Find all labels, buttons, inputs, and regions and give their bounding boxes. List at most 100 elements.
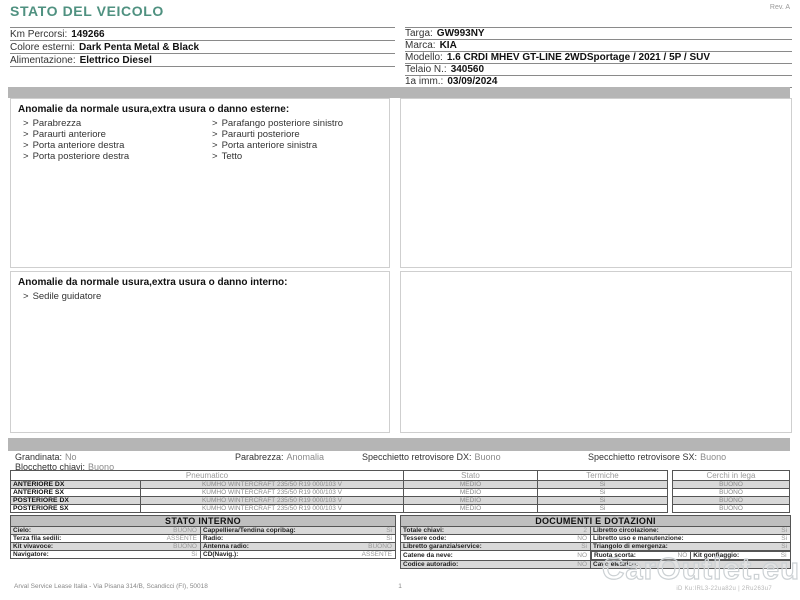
field-value: ASSENTE xyxy=(167,535,197,542)
damage-col-1: > Sedile guidatore xyxy=(11,291,200,302)
documenti-title: DOCUMENTI E DOTAZIONI xyxy=(401,516,791,527)
field-value: Si xyxy=(781,527,787,534)
tire-termiche: Si xyxy=(538,497,668,505)
field-label: Codice autoradio: xyxy=(403,561,458,568)
cerchi-value: BUONO xyxy=(673,481,790,489)
field-value: Si xyxy=(781,535,787,542)
damage-item-label: Porta anteriore sinistra xyxy=(222,140,318,151)
item-bullet: > xyxy=(23,129,29,140)
tire-spec: KUMHO WINTERCRAFT 235/50 R19 000/103 V xyxy=(141,489,404,497)
revision-label: Rev. A xyxy=(770,4,790,11)
interior-photo-area xyxy=(400,271,792,433)
tire-spec: KUMHO WINTERCRAFT 235/50 R19 000/103 V xyxy=(141,497,404,505)
tire-stato: MEDIO xyxy=(404,505,538,513)
status-value: Buono xyxy=(700,452,726,462)
cerchi-value: BUONO xyxy=(673,497,790,505)
field-value: Si xyxy=(781,543,787,550)
tire-spec: KUMHO WINTERCRAFT 235/50 R19 000/103 V xyxy=(141,505,404,513)
field-value: 03/09/2024 xyxy=(447,76,497,87)
field-label: Libretto circolazione: xyxy=(593,527,659,534)
damage-item-label: Paraurti anteriore xyxy=(33,129,106,140)
damage-item: > Porta anteriore sinistra xyxy=(212,140,389,151)
damage-item: >Tetto xyxy=(212,151,389,162)
field-label: Alimentazione: xyxy=(10,55,76,66)
field-value: NO xyxy=(577,561,587,568)
cerchi-row: BUONO xyxy=(673,481,790,489)
field-label: Libretto garanzia/service: xyxy=(403,543,482,550)
caroutlet-watermark: CarOutlet.eu xyxy=(602,551,800,587)
tire-row: POSTERIORE SX KUMHO WINTERCRAFT 235/50 R… xyxy=(11,505,668,513)
stato-interno-table: STATO INTERNO Cielo:BUONO Cappelliera/Te… xyxy=(10,515,396,559)
item-bullet: > xyxy=(23,291,29,302)
col-header-termiche: Termiche xyxy=(538,471,668,481)
exterior-damage-list: > Parabrezza > Paraurti anteriore > Porta a… xyxy=(11,118,389,162)
info-row-km: Km Percorsi: 149266 xyxy=(10,28,395,41)
field-label: Tessere code: xyxy=(403,535,446,542)
status-label: Specchietto retrovisore DX: xyxy=(362,452,472,462)
damage-item-label: Tetto xyxy=(222,151,243,162)
tires-header-row: Pneumatico Stato Termiche xyxy=(11,471,668,481)
info-row-targa: Targa: GW993NY xyxy=(405,28,792,40)
tire-termiche: Si xyxy=(538,489,668,497)
field-value: BUONO xyxy=(173,543,197,550)
info-row-telaio: Telaio N.: 340560 xyxy=(405,64,792,76)
damage-item: > Porta posteriore destra xyxy=(23,151,200,162)
interior-damage-title: Anomalie da normale usura,extra usura o … xyxy=(11,272,389,291)
cerchi-row: BUONO xyxy=(673,497,790,505)
status-label: Parabrezza: xyxy=(235,452,284,462)
tire-stato: MEDIO xyxy=(404,497,538,505)
field-value: Si xyxy=(191,551,197,558)
status-value: Buono xyxy=(475,452,501,462)
damage-item: > Sedile guidatore xyxy=(23,291,200,302)
tire-row: ANTERIORE DX KUMHO WINTERCRAFT 235/50 R1… xyxy=(11,481,668,489)
damage-item: > Porta anteriore destra xyxy=(23,140,200,151)
field-value: 149266 xyxy=(71,29,104,40)
field-label: Totale chiavi: xyxy=(403,527,444,534)
tire-stato: MEDIO xyxy=(404,481,538,489)
field-label: Libretto uso e manutenzione: xyxy=(593,535,684,542)
table-row: Terza fila sedili:ASSENTE Radio:Si xyxy=(11,535,396,543)
info-row-alimentazione: Alimentazione: Elettrico Diesel xyxy=(10,54,395,67)
separator-bar-mid xyxy=(8,438,790,451)
field-value: 1.6 CRDI MHEV GT-LINE 2WDSportage / 2021… xyxy=(447,52,710,63)
field-value: BUONO xyxy=(368,543,392,550)
field-label: Colore esterni: xyxy=(10,42,75,53)
table-row: Navigatore:Si CD(Navig.):ASSENTE xyxy=(11,551,396,559)
damage-item-label: Paraurti posteriore xyxy=(222,129,300,140)
item-bullet: > xyxy=(23,151,29,162)
tire-position: POSTERIORE SX xyxy=(11,505,141,513)
field-label: Kit vivavoce: xyxy=(13,543,53,550)
status-parabrezza: Parabrezza:Anomalia xyxy=(235,452,324,462)
status-label: Grandinata: xyxy=(15,452,62,462)
col-header-pneumatico: Pneumatico xyxy=(11,471,404,481)
interior-damage-box: Anomalie da normale usura,extra usura o … xyxy=(10,271,390,433)
field-label: Cappelliera/Tendina copribag: xyxy=(203,527,296,534)
tire-position: ANTERIORE DX xyxy=(11,481,141,489)
vehicle-info-left: Km Percorsi: 149266 Colore esterni: Dark… xyxy=(10,27,395,67)
field-label: 1a imm.: xyxy=(405,76,443,87)
item-bullet: > xyxy=(23,140,29,151)
field-value: Elettrico Diesel xyxy=(80,55,152,66)
field-value: NO xyxy=(577,552,587,559)
field-label: Km Percorsi: xyxy=(10,29,67,40)
cerchi-row: BUONO xyxy=(673,489,790,497)
item-bullet: > xyxy=(212,140,218,151)
damage-item-label: Porta posteriore destra xyxy=(33,151,130,162)
vehicle-info-right: Targa: GW993NY Marca: KIA Modello: 1.6 C… xyxy=(405,27,792,88)
damage-item-label: Parabrezza xyxy=(33,118,82,129)
field-value: KIA xyxy=(440,40,457,51)
damage-item-label: Sedile guidatore xyxy=(33,291,102,302)
item-bullet: > xyxy=(23,118,29,129)
field-value: GW993NY xyxy=(437,28,485,39)
cerchi-value: BUONO xyxy=(673,505,790,513)
damage-item-label: Porta anteriore destra xyxy=(33,140,125,151)
status-grandinata: Grandinata:No xyxy=(15,452,77,462)
field-label: Cielo: xyxy=(13,527,31,534)
status-specchietto-dx: Specchietto retrovisore DX:Buono xyxy=(362,452,501,462)
separator-bar-top xyxy=(8,87,790,98)
exterior-photo-area xyxy=(400,98,792,268)
damage-col-2: >Parafango posteriore sinistro >Paraurti… xyxy=(200,118,389,162)
tires-table: Pneumatico Stato Termiche ANTERIORE DX K… xyxy=(10,470,668,513)
tire-spec: KUMHO WINTERCRAFT 235/50 R19 000/103 V xyxy=(141,481,404,489)
status-value: No xyxy=(65,452,77,462)
